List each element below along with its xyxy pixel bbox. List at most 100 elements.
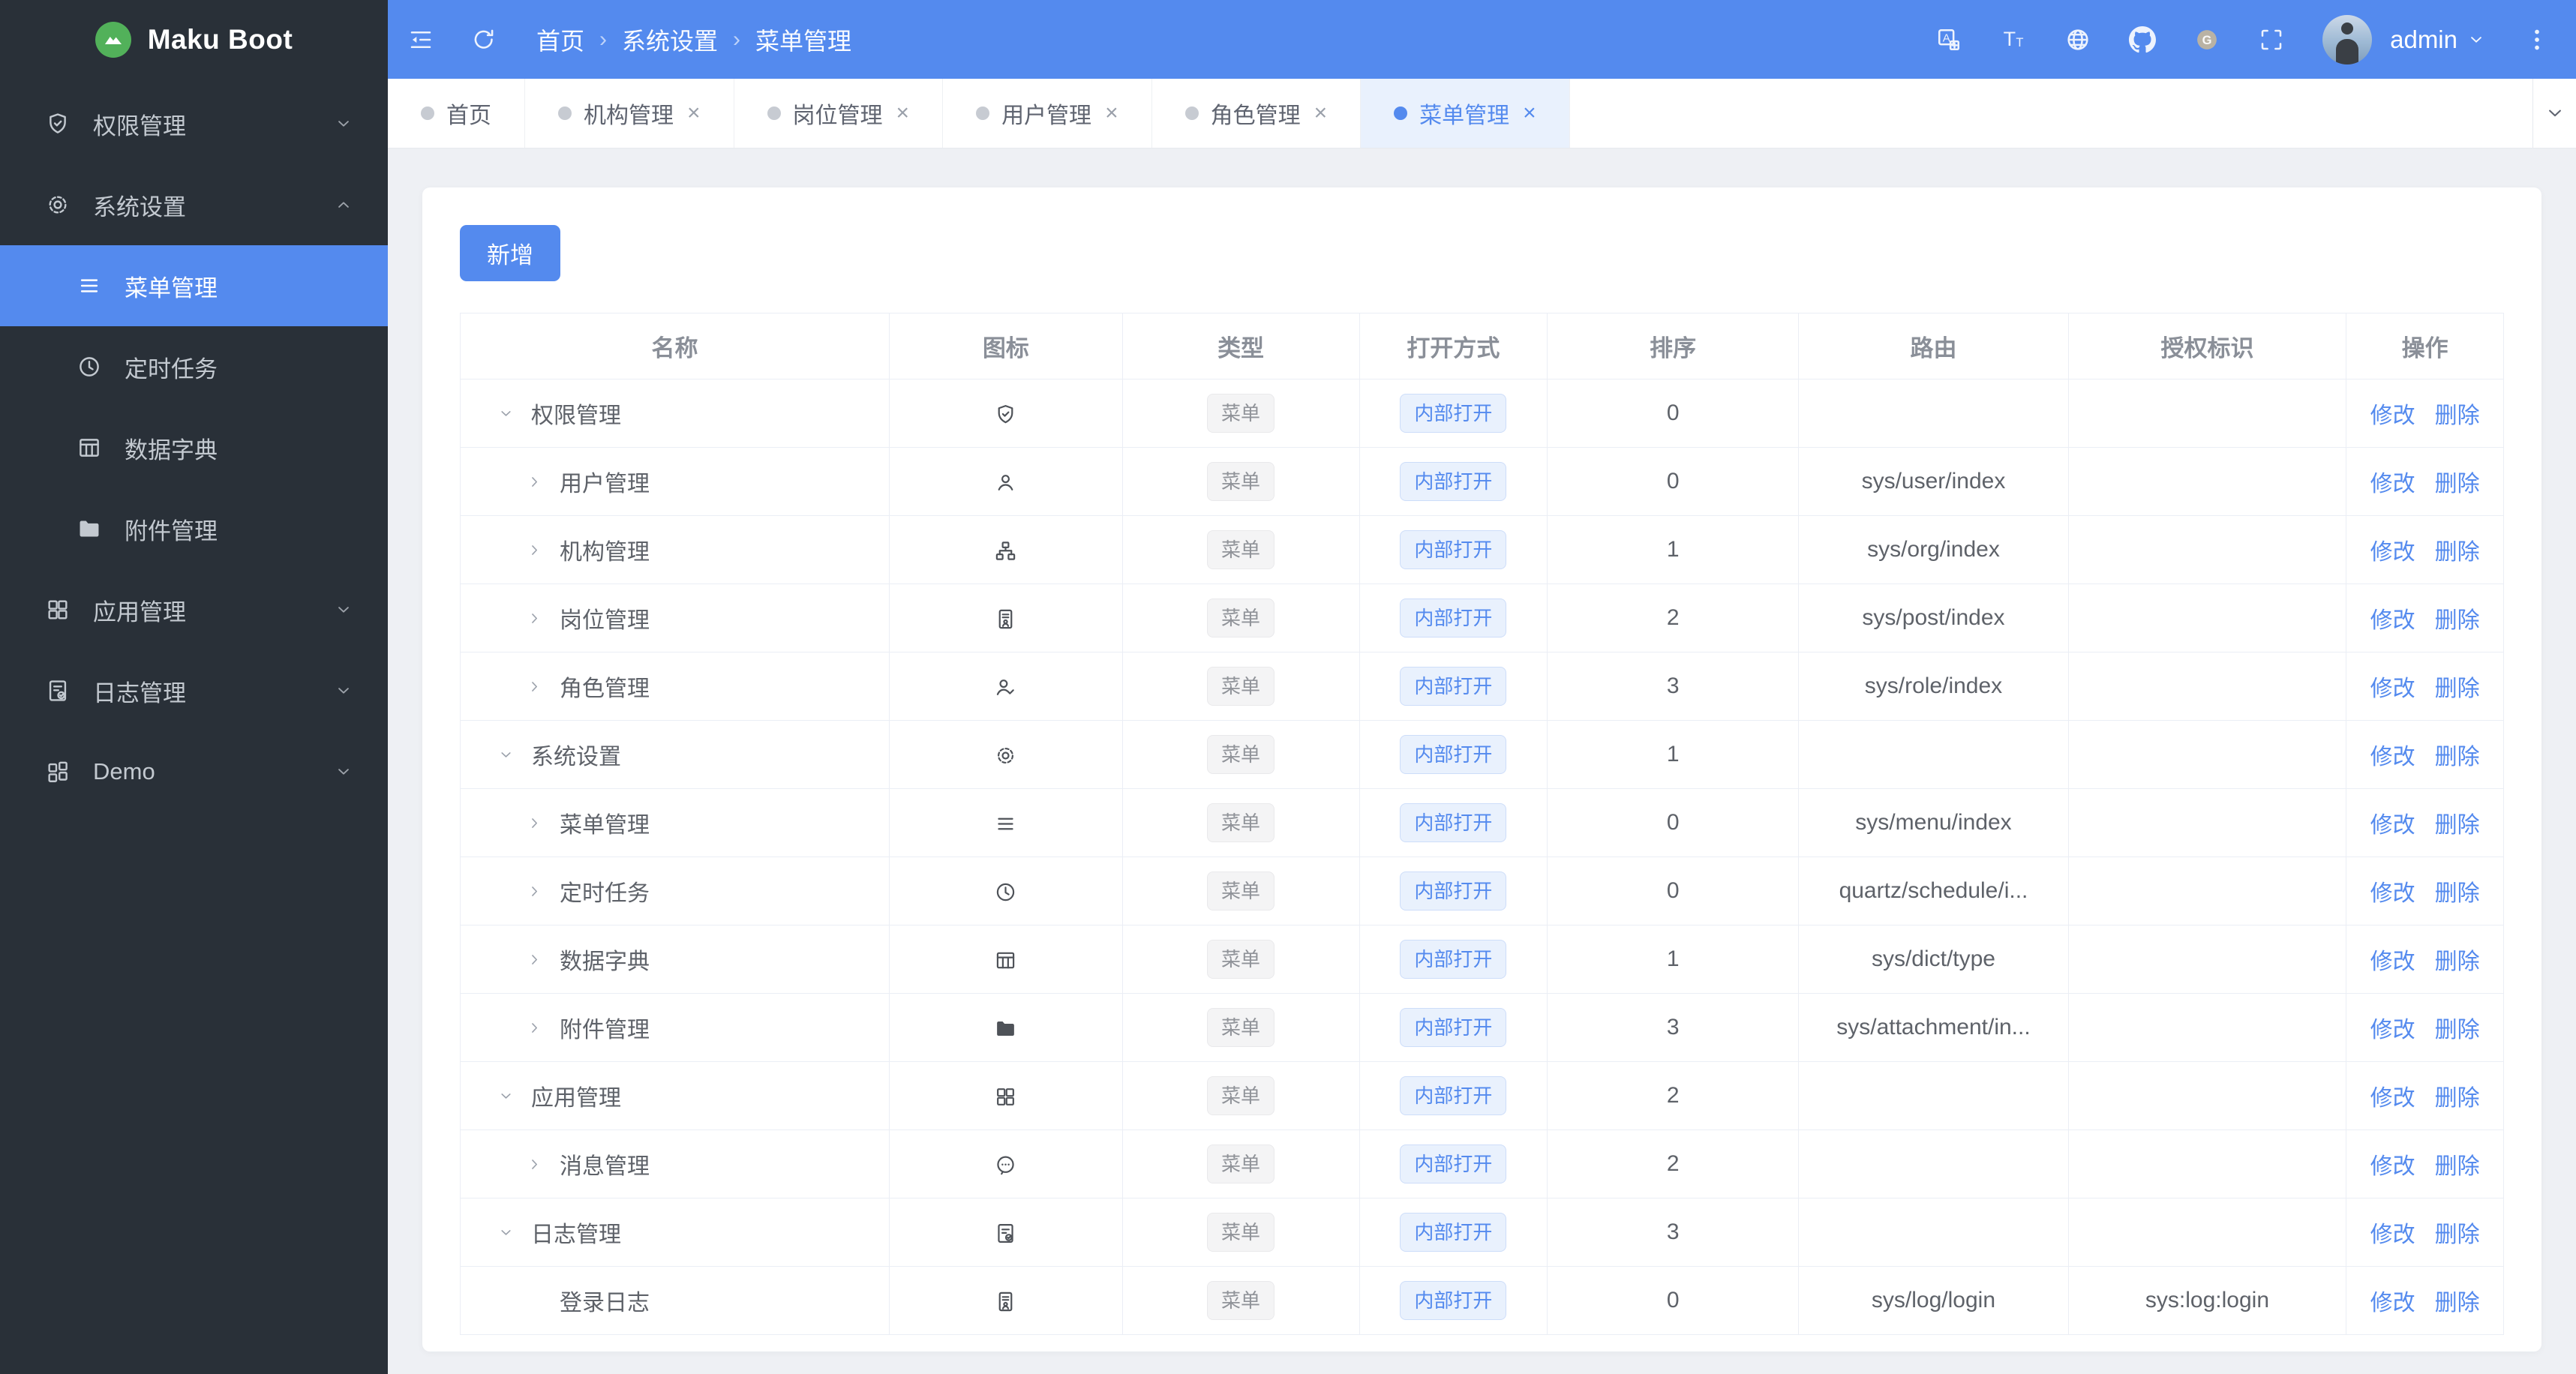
- breadcrumb-item[interactable]: 系统设置: [622, 22, 718, 57]
- cell-route: sys/dict/type: [1798, 925, 2069, 994]
- tree-expand-arrow[interactable]: [519, 466, 549, 496]
- edit-link[interactable]: 修改: [2370, 813, 2415, 838]
- breadcrumb-item[interactable]: 首页: [536, 22, 584, 57]
- edit-link[interactable]: 修改: [2370, 745, 2415, 770]
- chevron-down-icon: [338, 607, 349, 613]
- tree-expand-arrow[interactable]: [519, 603, 549, 633]
- sidebar-item-apps[interactable]: 应用管理: [0, 569, 388, 650]
- edit-link[interactable]: 修改: [2370, 1018, 2415, 1042]
- cell-actions: 修改 删除: [2346, 652, 2504, 721]
- tab-dot: [767, 106, 781, 120]
- sidebar-item-menu[interactable]: 菜单管理: [0, 245, 388, 326]
- badge-icon: [998, 609, 1013, 628]
- tab-菜单管理[interactable]: 菜单管理 ×: [1361, 79, 1570, 148]
- tree-expand-arrow[interactable]: [519, 535, 549, 565]
- tab-close-icon[interactable]: ×: [1105, 102, 1118, 124]
- cell-icon: [889, 1130, 1123, 1198]
- delete-link[interactable]: 删除: [2435, 1291, 2480, 1316]
- delete-link[interactable]: 删除: [2435, 676, 2480, 701]
- delete-link[interactable]: 删除: [2435, 472, 2480, 496]
- cell-type: 菜单: [1121, 856, 1360, 926]
- tab-close-icon[interactable]: ×: [687, 102, 701, 124]
- sidebar-item-logs[interactable]: 日志管理: [0, 650, 388, 731]
- tab-list-dropdown-button[interactable]: [2532, 79, 2576, 148]
- sidebar-item-demo[interactable]: Demo: [0, 731, 388, 812]
- sidebar-item-system[interactable]: 系统设置: [0, 164, 388, 245]
- fullscreen-button[interactable]: [2258, 26, 2285, 53]
- translate-button[interactable]: A: [1935, 26, 1962, 53]
- tree-expand-arrow[interactable]: [519, 944, 549, 974]
- app-logo: Maku Boot: [0, 0, 388, 79]
- user-menu[interactable]: admin: [2390, 26, 2486, 54]
- type-tag: 菜单: [1207, 803, 1275, 842]
- tree-expand-arrow[interactable]: [491, 1217, 521, 1247]
- refresh-button[interactable]: [470, 26, 497, 53]
- tree-expand-arrow[interactable]: [519, 671, 549, 701]
- tab-close-icon[interactable]: ×: [1314, 102, 1328, 124]
- font-size-button[interactable]: TT: [2000, 26, 2027, 53]
- edit-link[interactable]: 修改: [2370, 1291, 2415, 1316]
- edit-link[interactable]: 修改: [2370, 950, 2415, 974]
- app-title: Maku Boot: [147, 23, 293, 55]
- edit-link[interactable]: 修改: [2370, 472, 2415, 496]
- tree-expand-arrow[interactable]: [491, 740, 521, 770]
- add-button[interactable]: 新增: [460, 225, 560, 281]
- breadcrumb-item[interactable]: 菜单管理: [755, 22, 851, 57]
- avatar[interactable]: [2322, 14, 2373, 64]
- cell-actions: 修改 删除: [2346, 720, 2504, 789]
- tab-角色管理[interactable]: 角色管理 ×: [1152, 79, 1362, 148]
- globe-button[interactable]: [2064, 26, 2091, 53]
- tab-用户管理[interactable]: 用户管理 ×: [943, 79, 1152, 148]
- tree-expand-arrow[interactable]: [519, 876, 549, 906]
- cell-type: 菜单: [1121, 379, 1360, 448]
- github-button[interactable]: [2129, 26, 2157, 53]
- edit-link[interactable]: 修改: [2370, 608, 2415, 633]
- edit-link[interactable]: 修改: [2370, 1154, 2415, 1179]
- cell-icon: [889, 1061, 1123, 1130]
- delete-link[interactable]: 删除: [2435, 1086, 2480, 1111]
- edit-link[interactable]: 修改: [2370, 676, 2415, 701]
- sidebar-item-dict[interactable]: 数据字典: [0, 407, 388, 488]
- open-mode-tag: 内部打开: [1400, 1213, 1507, 1252]
- tab-首页[interactable]: 首页: [388, 79, 525, 148]
- gitee-icon: G: [2197, 29, 2217, 50]
- tree-expand-arrow[interactable]: [519, 1149, 549, 1179]
- tab-close-icon[interactable]: ×: [896, 102, 910, 124]
- tree-expand-arrow[interactable]: [491, 1081, 521, 1111]
- delete-link[interactable]: 删除: [2435, 1018, 2480, 1042]
- tree-expand-arrow[interactable]: [519, 808, 549, 838]
- gitee-button[interactable]: G: [2193, 26, 2220, 53]
- edit-link[interactable]: 修改: [2370, 1086, 2415, 1111]
- delete-link[interactable]: 删除: [2435, 608, 2480, 633]
- delete-link[interactable]: 删除: [2435, 404, 2480, 428]
- delete-link[interactable]: 删除: [2435, 1222, 2480, 1247]
- tab-岗位管理[interactable]: 岗位管理 ×: [734, 79, 944, 148]
- cell-route: quartz/schedule/i...: [1798, 856, 2069, 926]
- edit-link[interactable]: 修改: [2370, 404, 2415, 428]
- sidebar-item-perms[interactable]: 权限管理: [0, 83, 388, 164]
- delete-link[interactable]: 删除: [2435, 1154, 2480, 1179]
- tab-机构管理[interactable]: 机构管理 ×: [525, 79, 734, 148]
- delete-link[interactable]: 删除: [2435, 540, 2480, 565]
- sidebar-item-attachment[interactable]: 附件管理: [0, 488, 388, 569]
- tree-expand-arrow[interactable]: [519, 1012, 549, 1042]
- edit-link[interactable]: 修改: [2370, 881, 2415, 906]
- edit-link[interactable]: 修改: [2370, 540, 2415, 565]
- collapse-button[interactable]: [407, 26, 434, 53]
- kebab-menu-icon[interactable]: [2523, 26, 2550, 53]
- sidebar-item-label: 数据字典: [125, 436, 218, 464]
- delete-link[interactable]: 删除: [2435, 881, 2480, 906]
- chevron-right-icon: [531, 544, 537, 555]
- github-icon: [2129, 26, 2157, 52]
- sidebar-item-schedule[interactable]: 定时任务: [0, 326, 388, 407]
- cell-type: 菜单: [1121, 993, 1360, 1062]
- delete-link[interactable]: 删除: [2435, 950, 2480, 974]
- cell-open: 内部打开: [1359, 447, 1548, 516]
- tree-expand-arrow[interactable]: [491, 398, 521, 428]
- tab-close-icon[interactable]: ×: [1523, 102, 1536, 124]
- delete-link[interactable]: 删除: [2435, 813, 2480, 838]
- menu-name: 数据字典: [560, 950, 650, 974]
- delete-link[interactable]: 删除: [2435, 745, 2480, 770]
- open-mode-tag: 内部打开: [1400, 1076, 1507, 1115]
- edit-link[interactable]: 修改: [2370, 1222, 2415, 1247]
